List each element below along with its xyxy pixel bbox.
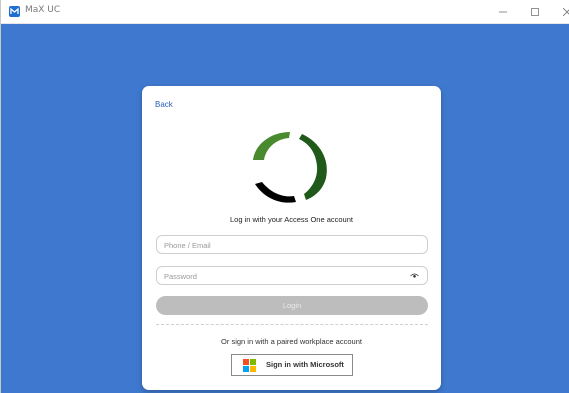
divider [156, 324, 428, 325]
app-window: MaX UC Back Log in with your Access One … [0, 0, 569, 393]
login-heading: Log in with your Access One account [230, 215, 353, 224]
access-one-logo [253, 132, 327, 203]
password-input[interactable] [164, 270, 404, 282]
back-link[interactable]: Back [155, 100, 173, 109]
maximize-icon [531, 7, 539, 16]
close-button[interactable] [551, 0, 569, 23]
app-icon [9, 6, 20, 17]
title-bar[interactable]: MaX UC [1, 0, 569, 24]
sign-in-microsoft-button[interactable]: Sign in with Microsoft [231, 354, 353, 376]
maximize-button[interactable] [519, 0, 551, 23]
eye-icon[interactable] [410, 272, 419, 280]
minimize-button[interactable] [487, 0, 519, 23]
close-icon [563, 7, 569, 16]
content-area: Back Log in with your Access One account [1, 24, 569, 393]
window-title: MaX UC [25, 5, 61, 15]
password-field[interactable] [156, 266, 428, 285]
minimize-icon [499, 11, 507, 12]
microsoft-logo-icon [243, 359, 256, 372]
phone-email-field[interactable] [156, 235, 428, 254]
login-button[interactable]: Login [156, 296, 428, 315]
microsoft-button-label: Sign in with Microsoft [266, 360, 344, 369]
login-card: Back Log in with your Access One account [142, 86, 441, 390]
phone-email-input[interactable] [164, 239, 404, 251]
alt-signin-text: Or sign in with a paired workplace accou… [221, 337, 362, 346]
